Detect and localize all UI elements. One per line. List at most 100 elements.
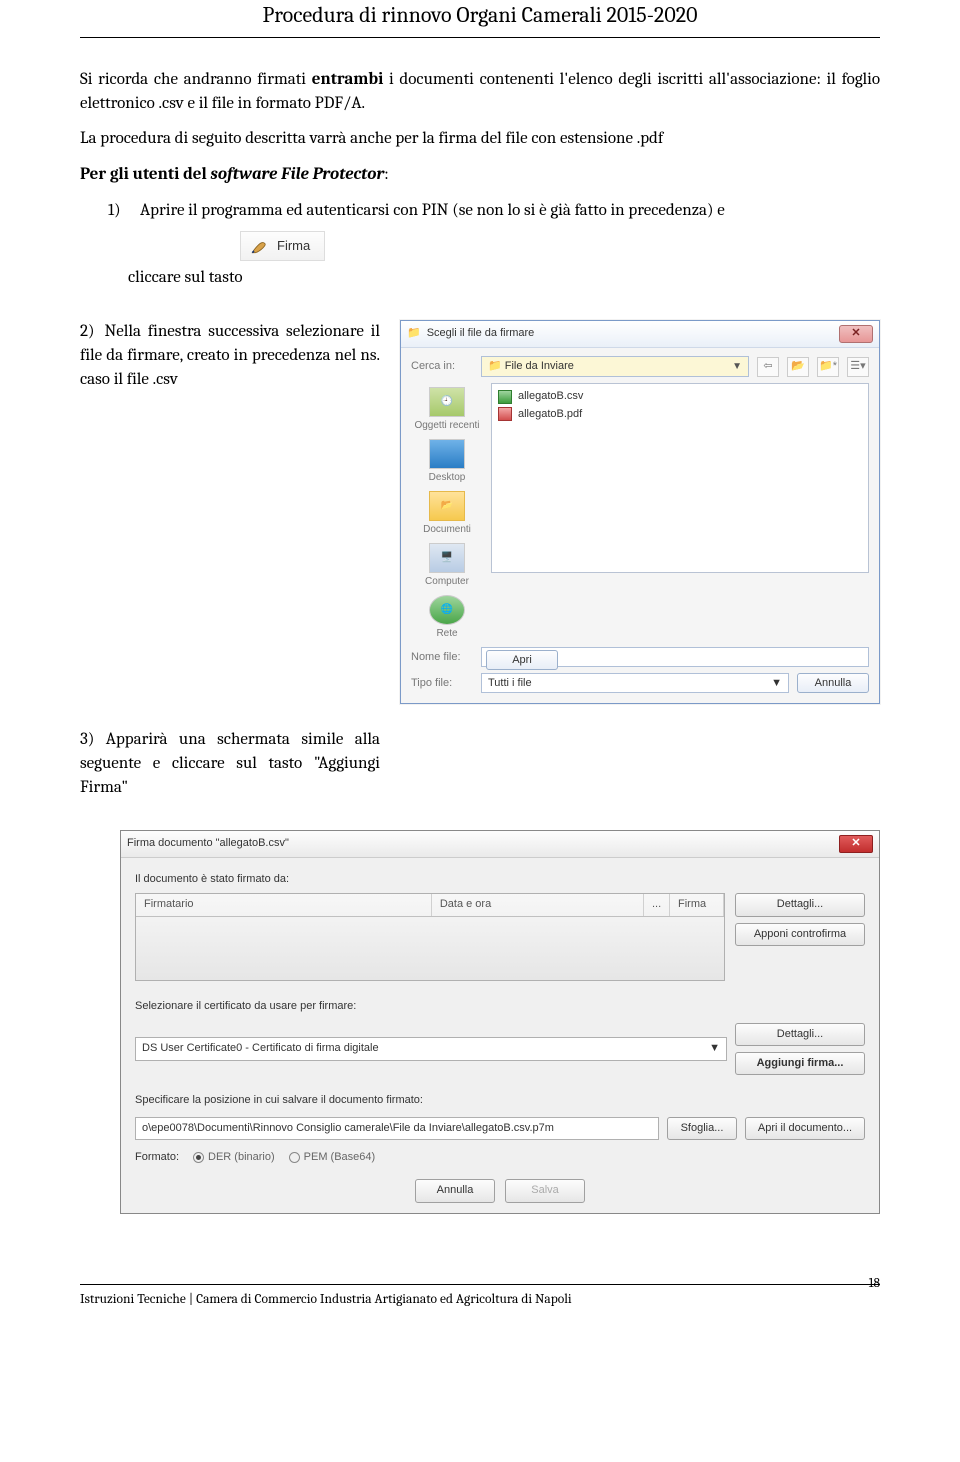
intro-paragraph-2: La procedura di seguito descritta varrà …: [80, 127, 880, 151]
file-name: allegatoB.csv: [518, 389, 583, 404]
filetype-combo[interactable]: Tutti i file ▼: [481, 673, 789, 693]
step-1: 1) Aprire il programma ed autenticarsi c…: [80, 199, 880, 223]
cert-label: Selezionare il certificato da usare per …: [135, 999, 865, 1014]
dialog-title: Scegli il file da firmare: [427, 326, 535, 341]
format-pem-radio[interactable]: PEM (Base64): [289, 1150, 376, 1165]
csv-file-icon: [498, 390, 512, 404]
cancel-button[interactable]: Annulla: [797, 673, 869, 693]
step-1-number: 1): [108, 199, 128, 223]
page-footer: Istruzioni Tecniche | Camera di Commerci…: [80, 1291, 880, 1310]
file-list[interactable]: allegatoB.csv allegatoB.pdf: [491, 383, 869, 573]
intro-paragraph-3: Per gli utenti del software File Protect…: [80, 163, 880, 187]
back-icon[interactable]: ⇦: [757, 357, 779, 377]
dialog-cancel-button[interactable]: Annulla: [415, 1179, 495, 1202]
network-icon: 🌐: [429, 595, 465, 625]
intro-p1a: Si ricorda che andranno firmati: [80, 70, 312, 89]
intro-p3c: :: [384, 165, 389, 184]
step-2-row: 2)Nella finestra successiva selezionare …: [80, 320, 880, 704]
countersign-button[interactable]: Apponi controfirma: [735, 923, 865, 946]
close-button[interactable]: ✕: [839, 835, 873, 853]
filename-label: Nome file:: [411, 650, 473, 665]
step-2-text-block: 2)Nella finestra successiva selezionare …: [80, 320, 380, 391]
chevron-down-icon: ▼: [709, 1041, 720, 1056]
place-recent[interactable]: 🕘 Oggetti recenti: [414, 387, 479, 433]
intro-p3a: Per gli utenti del: [80, 165, 211, 184]
footer-text: Istruzioni Tecniche | Camera di Commerci…: [80, 1291, 572, 1310]
dialog-save-button[interactable]: Salva: [505, 1179, 585, 1202]
document-page: Procedura di rinnovo Organi Camerali 201…: [0, 0, 960, 1350]
place-documents[interactable]: 📂 Documenti: [423, 491, 471, 537]
grid-col-sign: Firma: [670, 894, 724, 915]
close-button[interactable]: ✕: [839, 325, 873, 343]
save-path-input[interactable]: o\epe0078\Documenti\Rinnovo Consiglio ca…: [135, 1117, 659, 1140]
documents-icon: 📂: [429, 491, 465, 521]
desktop-icon: [429, 439, 465, 469]
place-desktop[interactable]: Desktop: [429, 439, 466, 485]
chevron-down-icon: ▼: [771, 676, 782, 691]
step-2-number: 2): [80, 322, 95, 341]
place-computer[interactable]: 🖥️ Computer: [425, 543, 469, 589]
radio-on-icon: [193, 1152, 204, 1163]
up-folder-icon[interactable]: 📂: [787, 357, 809, 377]
filetype-label: Tipo file:: [411, 676, 473, 691]
add-signature-button[interactable]: Aggiungi firma...: [735, 1052, 865, 1075]
sign-dialog-titlebar[interactable]: Firma documento "allegatoB.csv" ✕: [121, 831, 879, 858]
view-menu-icon[interactable]: ☰▾: [847, 357, 869, 377]
step-1-click-text: cliccare sul tasto: [80, 266, 880, 290]
format-label: Formato:: [135, 1150, 179, 1165]
place-network-label: Rete: [436, 627, 457, 641]
intro-paragraph-1: Si ricorda che andranno firmati entrambi…: [80, 68, 880, 116]
pen-icon: [249, 236, 269, 256]
grid-col-signer: Firmatario: [136, 894, 432, 915]
open-document-button[interactable]: Apri il documento...: [745, 1117, 865, 1140]
page-header: Procedura di rinnovo Organi Camerali 201…: [80, 0, 880, 38]
format-der-radio[interactable]: DER (binario): [193, 1150, 275, 1165]
open-button[interactable]: Apri: [486, 650, 558, 670]
header-title: Procedura di rinnovo Organi Camerali 201…: [263, 2, 698, 28]
step-1-text: Aprire il programma ed autenticarsi con …: [140, 199, 880, 223]
footer-divider: [80, 1284, 880, 1285]
sign-dialog-title: Firma documento "allegatoB.csv": [127, 836, 289, 851]
folder-combo[interactable]: 📁 File da Inviare ▼: [481, 356, 749, 377]
dialog-titlebar[interactable]: 📁 Scegli il file da firmare ✕: [401, 321, 879, 348]
browse-button[interactable]: Sfoglia...: [667, 1117, 737, 1140]
search-in-label: Cerca in:: [411, 359, 473, 374]
signed-by-label: Il documento è stato firmato da:: [135, 872, 865, 887]
certificate-value: DS User Certificate0 - Certificato di fi…: [142, 1041, 379, 1056]
intro-p3b-italic: software File Protector: [211, 165, 385, 184]
details-button[interactable]: Dettagli...: [735, 893, 865, 916]
folder-icon: 📁: [407, 326, 421, 341]
sign-dialog: Firma documento "allegatoB.csv" ✕ Il doc…: [120, 830, 880, 1214]
filetype-value: Tutti i file: [488, 676, 532, 691]
file-row[interactable]: allegatoB.csv: [498, 388, 862, 405]
grid-col-more: ...: [644, 894, 670, 915]
place-recent-label: Oggetti recenti: [414, 419, 479, 433]
cert-details-button[interactable]: Dettagli...: [735, 1023, 865, 1046]
place-computer-label: Computer: [425, 575, 469, 589]
place-desktop-label: Desktop: [429, 471, 466, 485]
computer-icon: 🖥️: [429, 543, 465, 573]
firma-button-screenshot: Firma: [80, 231, 880, 262]
grid-col-datetime: Data e ora: [432, 894, 644, 915]
recent-icon: 🕘: [429, 387, 465, 417]
page-number: 18: [869, 1275, 880, 1294]
pdf-file-icon: [498, 407, 512, 421]
firma-button-label: Firma: [277, 237, 310, 255]
file-row[interactable]: allegatoB.pdf: [498, 406, 862, 423]
format-pem-label: PEM (Base64): [304, 1150, 376, 1165]
folder-combo-value: File da Inviare: [505, 360, 574, 372]
place-network[interactable]: 🌐 Rete: [429, 595, 465, 641]
place-documents-label: Documenti: [423, 523, 471, 537]
certificate-combo[interactable]: DS User Certificate0 - Certificato di fi…: [135, 1037, 727, 1060]
signers-grid[interactable]: Firmatario Data e ora ... Firma: [135, 893, 725, 981]
radio-off-icon: [289, 1152, 300, 1163]
new-folder-icon[interactable]: 📁*: [817, 357, 839, 377]
step-3-text: 3) Apparirà una schermata simile alla se…: [80, 728, 380, 799]
filename-input[interactable]: Apri: [481, 647, 869, 667]
firma-button[interactable]: Firma: [240, 231, 325, 261]
places-bar: 🕘 Oggetti recenti Desktop 📂 Documenti 🖥️…: [411, 387, 483, 641]
save-location-label: Specificare la posizione in cui salvare …: [135, 1093, 865, 1108]
file-open-dialog: 📁 Scegli il file da firmare ✕ Cerca in: …: [400, 320, 880, 704]
format-der-label: DER (binario): [208, 1150, 275, 1165]
intro-p1b-bold: entrambi: [312, 70, 384, 89]
